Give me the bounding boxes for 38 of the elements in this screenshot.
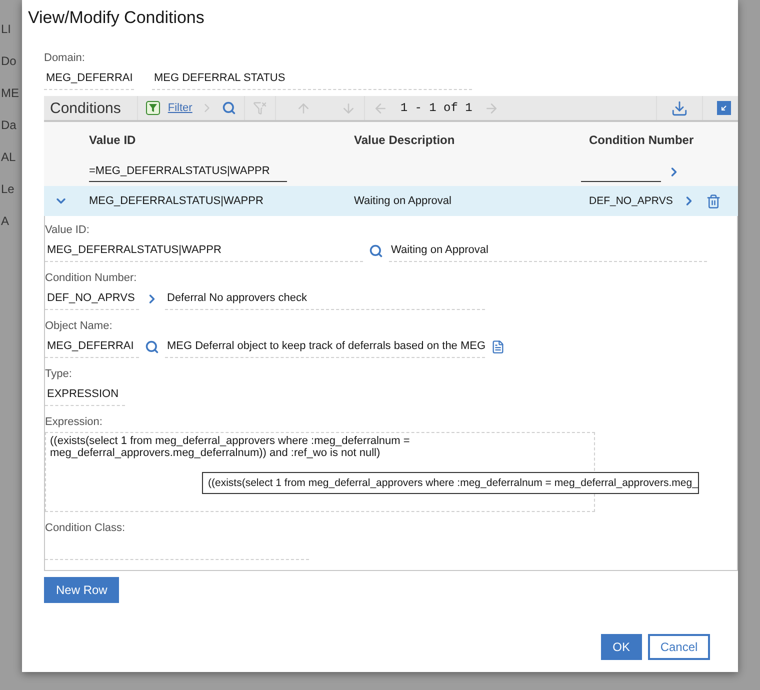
cancel-button[interactable]: Cancel [648, 634, 710, 660]
field-label: Domain: [44, 52, 86, 64]
object-name-field[interactable]: MEG_DEFERRAI [45, 336, 139, 358]
background-text: A [1, 214, 10, 228]
value-id-field[interactable]: MEG_DEFERRALSTATUS|WAPPR [45, 240, 363, 262]
description-field: Waiting on Approval [389, 240, 707, 262]
ok-button[interactable]: OK [600, 634, 642, 660]
table-title: Conditions [49, 100, 122, 116]
table-row[interactable]: MEG_DEFERRALSTATUS|WAPPR Waiting on Approval DEF_NO_APRVS [44, 186, 738, 216]
field-label: Expression: [45, 416, 104, 428]
background-text: Da [1, 118, 18, 132]
description-field: Deferral No approvers check [165, 288, 485, 310]
field-label: Type: [45, 368, 73, 380]
background-text: LI [1, 22, 12, 36]
background-text: ME [1, 86, 20, 100]
table-cell-text: MEG_DEFERRALSTATUS|WAPPR [88, 195, 264, 207]
column-header[interactable]: Value ID [81, 133, 346, 147]
background-text: Do [1, 54, 18, 68]
table-cell-text: Waiting on Approval [353, 195, 452, 207]
pagination-text: 1 - 1 of 1 [400, 101, 472, 115]
domain-description-field: MEG DEFERRAL STATUS [152, 68, 472, 90]
condition-number-field[interactable]: DEF_NO_APRVS [45, 288, 139, 310]
field-label: Condition Number: [45, 272, 138, 284]
column-header[interactable]: Condition Number [581, 133, 696, 147]
background-text: AL [1, 150, 17, 164]
field-label: Object Name: [45, 320, 114, 332]
domain-field[interactable]: MEG_DEFERRAI [44, 68, 134, 90]
field-label: Value ID: [45, 224, 90, 236]
filter-link[interactable]: Filter [168, 102, 192, 114]
column-header[interactable]: Value Description [346, 133, 581, 147]
type-field: EXPRESSION [45, 384, 125, 406]
dialog-title: View/Modify Conditions [28, 8, 206, 28]
tooltip: ((exists(select 1 from meg_deferral_approvers where :meg_deferralnum = meg_deferral_approvers.meg_ [202, 472, 699, 494]
new-row-button[interactable]: New Row [44, 577, 120, 603]
field-label: Condition Class: [45, 522, 126, 534]
description-field: MEG Deferral object to keep track of deferrals based on the MEG [165, 336, 485, 358]
background-text: Le [1, 182, 16, 196]
table-cell-text: DEF_NO_APRVS [588, 195, 674, 207]
